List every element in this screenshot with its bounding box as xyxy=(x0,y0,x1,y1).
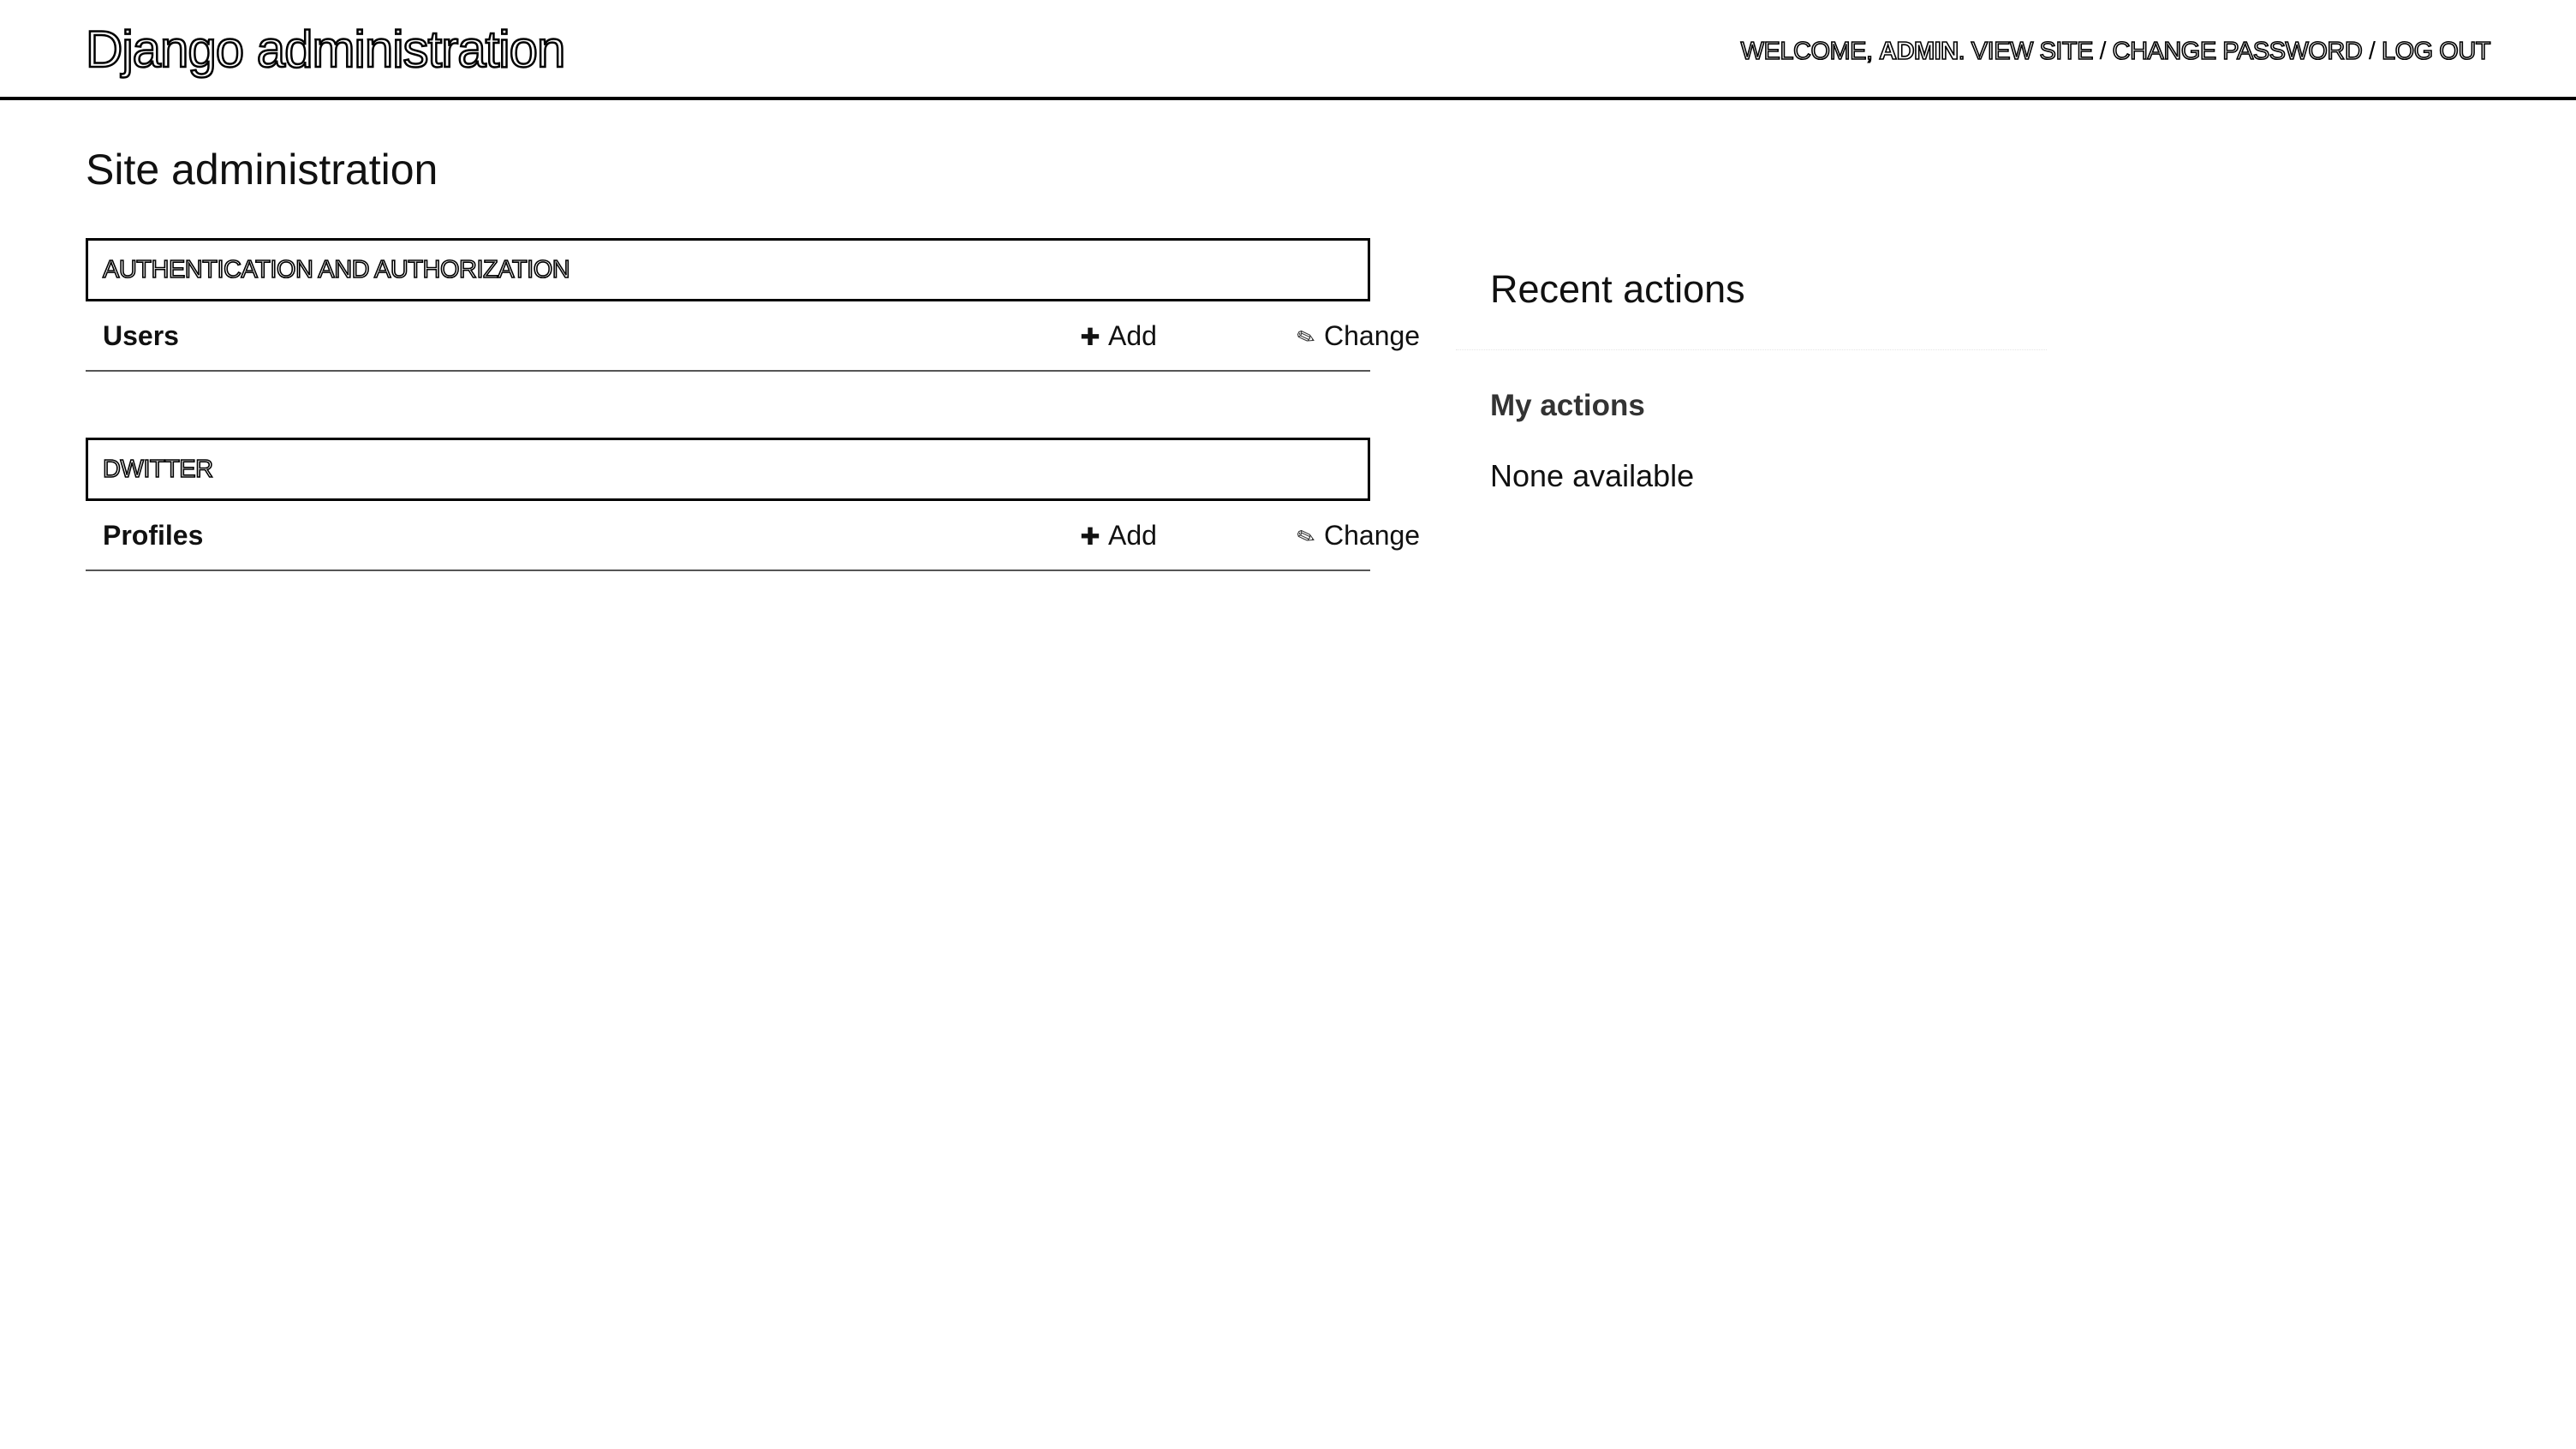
none-available-text: None available xyxy=(1490,458,1695,493)
model-link-users[interactable]: Users xyxy=(103,301,179,370)
add-profiles-link[interactable]: ✚ Add xyxy=(1077,501,1157,569)
app-module-dwitter: Dwitter Profiles ✚ Add ✎ Change xyxy=(86,438,1420,571)
page-title: Site administration xyxy=(86,146,438,194)
add-label: Add xyxy=(1108,520,1157,551)
user-tools: Welcome, admin. View site / Change passw… xyxy=(1740,36,2491,67)
change-users-link[interactable]: ✎ Change xyxy=(1293,301,1420,370)
change-profiles-link[interactable]: ✎ Change xyxy=(1293,501,1420,569)
my-actions-title: My actions xyxy=(1490,389,1645,422)
module-caption[interactable]: Dwitter xyxy=(86,438,1370,501)
divider xyxy=(1456,349,2047,352)
module-caption[interactable]: Authentication and Authorization xyxy=(86,238,1370,301)
header: Django administration Welcome, admin. Vi… xyxy=(0,0,2576,100)
user-name: admin xyxy=(1878,37,1959,66)
model-row-profiles: Profiles ✚ Add ✎ Change xyxy=(86,501,1420,571)
add-icon: ✚ xyxy=(1080,523,1100,550)
separator: / xyxy=(2368,38,2376,65)
app-module-auth: Authentication and Authorization Users ✚… xyxy=(86,238,1420,372)
recent-actions-panel: Recent actions My actions None available xyxy=(1456,265,2047,493)
view-site-link[interactable]: View site xyxy=(1971,37,2094,66)
change-icon: ✎ xyxy=(1292,522,1320,552)
add-users-link[interactable]: ✚ Add xyxy=(1077,301,1157,370)
recent-actions-title: Recent actions xyxy=(1490,267,1745,311)
separator: / xyxy=(2099,38,2107,65)
log-out-link[interactable]: Log out xyxy=(2381,37,2491,66)
change-password-link[interactable]: Change password xyxy=(2112,37,2364,66)
site-branding[interactable]: Django administration xyxy=(85,19,567,80)
add-label: Add xyxy=(1108,320,1157,351)
change-icon: ✎ xyxy=(1292,322,1320,353)
welcome-text: Welcome, xyxy=(1740,37,1874,66)
change-label: Change xyxy=(1324,520,1421,551)
add-icon: ✚ xyxy=(1080,324,1100,350)
change-label: Change xyxy=(1324,320,1421,351)
welcome-suffix: . xyxy=(1958,37,1966,66)
model-link-profiles[interactable]: Profiles xyxy=(103,501,203,569)
model-row-users: Users ✚ Add ✎ Change xyxy=(86,301,1420,372)
